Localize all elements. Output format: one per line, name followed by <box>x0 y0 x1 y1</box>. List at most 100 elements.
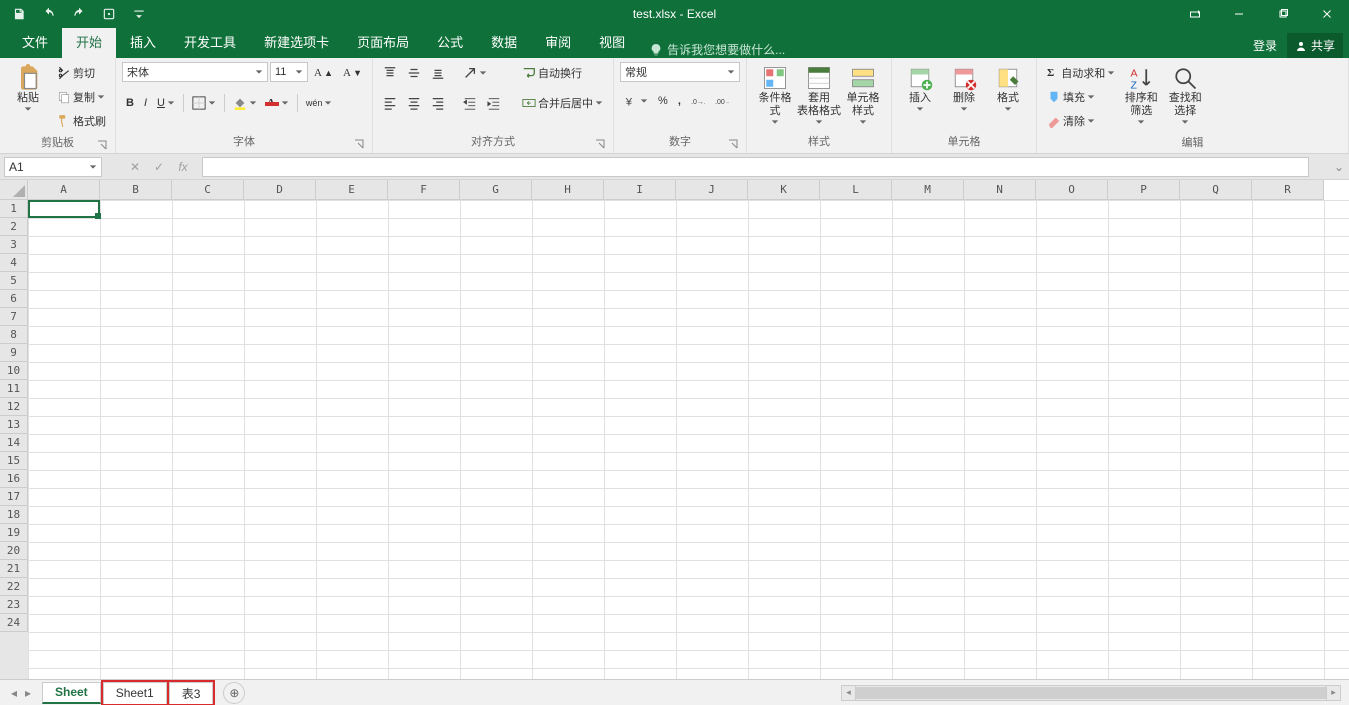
row-header-22[interactable]: 22 <box>0 578 28 596</box>
delete-cells-button[interactable]: 删除 <box>942 62 986 115</box>
expand-formula-bar-button[interactable]: ⌄ <box>1329 160 1349 174</box>
sort-filter-button[interactable]: AZ排序和筛选 <box>1119 62 1163 128</box>
new-sheet-button[interactable]: ⊕ <box>223 682 245 704</box>
copy-button[interactable]: 复制 <box>54 86 109 108</box>
tab-view[interactable]: 视图 <box>585 28 639 58</box>
underline-button[interactable]: U <box>153 92 179 114</box>
fill-color-button[interactable] <box>229 92 261 114</box>
dialog-launcher-icon[interactable] <box>728 139 738 149</box>
col-header-N[interactable]: N <box>964 180 1036 199</box>
orientation-button[interactable] <box>459 62 491 84</box>
tab-file[interactable]: 文件 <box>8 28 62 58</box>
align-left-button[interactable] <box>379 92 401 114</box>
qat-dropdown-icon[interactable] <box>126 2 152 26</box>
fx-button[interactable]: fx <box>174 160 192 174</box>
column-headers[interactable]: ABCDEFGHIJKLMNOPQR <box>28 180 1324 200</box>
decrease-indent-button[interactable] <box>459 92 481 114</box>
col-header-G[interactable]: G <box>460 180 532 199</box>
cell-styles-button[interactable]: 单元格样式 <box>841 62 885 128</box>
italic-button[interactable]: I <box>140 92 151 114</box>
align-middle-button[interactable] <box>403 62 425 84</box>
row-header-3[interactable]: 3 <box>0 236 28 254</box>
sheet-tab-Sheet[interactable]: Sheet <box>42 682 101 704</box>
name-box[interactable]: A1 <box>4 157 102 177</box>
row-header-19[interactable]: 19 <box>0 524 28 542</box>
tab-review[interactable]: 审阅 <box>531 28 585 58</box>
tell-me-input[interactable]: 告诉我您想要做什么... <box>649 41 785 58</box>
sheet-tab-表3[interactable]: 表3 <box>169 682 214 704</box>
row-header-23[interactable]: 23 <box>0 596 28 614</box>
tab-home[interactable]: 开始 <box>62 28 116 58</box>
font-name-combo[interactable]: 宋体 <box>122 62 268 82</box>
row-header-1[interactable]: 1 <box>0 200 28 218</box>
wrap-text-button[interactable]: 自动换行 <box>518 62 607 84</box>
col-header-L[interactable]: L <box>820 180 892 199</box>
row-header-18[interactable]: 18 <box>0 506 28 524</box>
align-center-button[interactable] <box>403 92 425 114</box>
bold-button[interactable]: B <box>122 92 138 114</box>
share-button[interactable]: 共享 <box>1287 33 1343 58</box>
col-header-Q[interactable]: Q <box>1180 180 1252 199</box>
login-button[interactable]: 登录 <box>1253 37 1277 54</box>
dialog-launcher-icon[interactable] <box>97 140 107 150</box>
font-size-combo[interactable]: 11 <box>270 62 308 82</box>
col-header-F[interactable]: F <box>388 180 460 199</box>
formula-bar[interactable] <box>202 157 1309 177</box>
font-color-button[interactable]: A <box>263 92 293 114</box>
enter-formula-button[interactable]: ✓ <box>150 160 168 174</box>
row-header-6[interactable]: 6 <box>0 290 28 308</box>
redo-button[interactable] <box>66 2 92 26</box>
increase-indent-button[interactable] <box>483 92 505 114</box>
row-header-5[interactable]: 5 <box>0 272 28 290</box>
row-header-21[interactable]: 21 <box>0 560 28 578</box>
minimize-button[interactable] <box>1217 0 1261 28</box>
col-header-B[interactable]: B <box>100 180 172 199</box>
shrink-font-button[interactable]: A▼ <box>339 62 366 84</box>
col-header-D[interactable]: D <box>244 180 316 199</box>
restore-button[interactable] <box>1261 0 1305 28</box>
col-header-O[interactable]: O <box>1036 180 1108 199</box>
col-header-E[interactable]: E <box>316 180 388 199</box>
col-header-I[interactable]: I <box>604 180 676 199</box>
active-cell[interactable] <box>28 200 100 218</box>
paste-button[interactable]: 粘贴 <box>6 62 50 115</box>
accounting-format-button[interactable]: ¥ <box>620 90 652 112</box>
align-top-button[interactable] <box>379 62 401 84</box>
format-as-table-button[interactable]: 套用 表格格式 <box>797 62 841 128</box>
clear-button[interactable]: 清除 <box>1043 110 1119 132</box>
row-header-16[interactable]: 16 <box>0 470 28 488</box>
row-header-10[interactable]: 10 <box>0 362 28 380</box>
row-header-13[interactable]: 13 <box>0 416 28 434</box>
percent-button[interactable]: % <box>654 90 672 112</box>
autosum-button[interactable]: Σ 自动求和 <box>1043 62 1119 84</box>
cancel-formula-button[interactable]: ✕ <box>126 160 144 174</box>
select-all-corner[interactable] <box>0 180 28 200</box>
tab-pagelayout[interactable]: 页面布局 <box>343 28 423 58</box>
touch-mode-button[interactable] <box>96 2 122 26</box>
row-header-8[interactable]: 8 <box>0 326 28 344</box>
dialog-launcher-icon[interactable] <box>595 139 605 149</box>
align-right-button[interactable] <box>427 92 449 114</box>
col-header-C[interactable]: C <box>172 180 244 199</box>
decrease-decimal-button[interactable]: .00→.0 <box>711 90 733 112</box>
row-header-4[interactable]: 4 <box>0 254 28 272</box>
row-header-11[interactable]: 11 <box>0 380 28 398</box>
tab-developer[interactable]: 开发工具 <box>170 28 250 58</box>
row-header-7[interactable]: 7 <box>0 308 28 326</box>
row-header-12[interactable]: 12 <box>0 398 28 416</box>
tab-newtab[interactable]: 新建选项卡 <box>250 28 343 58</box>
merge-center-button[interactable]: 合并后居中 <box>518 92 607 114</box>
row-header-9[interactable]: 9 <box>0 344 28 362</box>
col-header-M[interactable]: M <box>892 180 964 199</box>
insert-cells-button[interactable]: 插入 <box>898 62 942 115</box>
format-cells-button[interactable]: 格式 <box>986 62 1030 115</box>
tab-formulas[interactable]: 公式 <box>423 28 477 58</box>
row-header-15[interactable]: 15 <box>0 452 28 470</box>
col-header-A[interactable]: A <box>28 180 100 199</box>
tab-data[interactable]: 数据 <box>477 28 531 58</box>
find-select-button[interactable]: 查找和选择 <box>1163 62 1207 128</box>
comma-button[interactable]: , <box>674 90 685 112</box>
tab-insert[interactable]: 插入 <box>116 28 170 58</box>
col-header-J[interactable]: J <box>676 180 748 199</box>
row-headers[interactable]: 123456789101112131415161718192021222324 <box>0 200 28 679</box>
